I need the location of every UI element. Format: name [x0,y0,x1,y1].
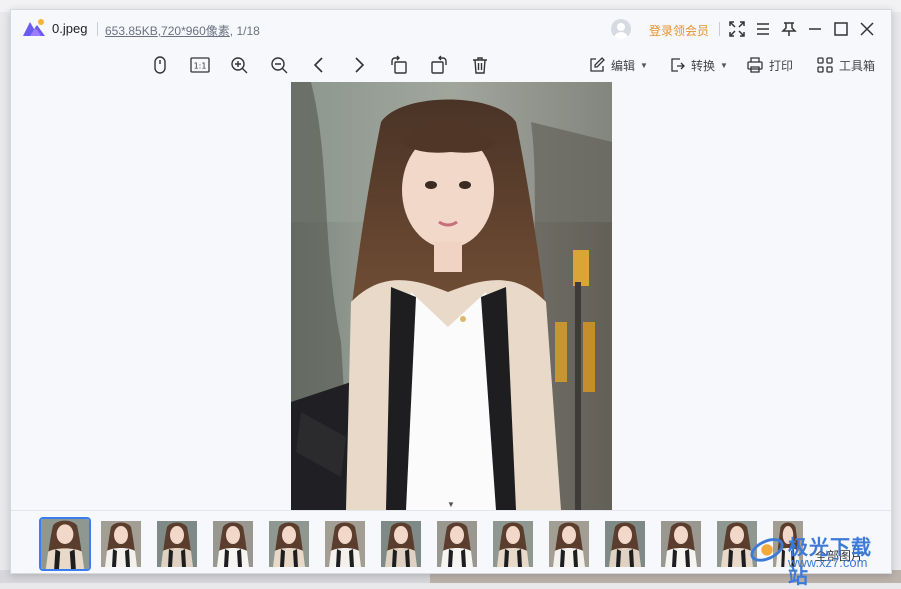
title-divider-right [719,22,720,36]
rotate-right-icon[interactable] [429,55,449,75]
thumbnail-item[interactable] [381,521,421,567]
printer-icon [747,57,763,73]
toolbar: 1:1 编辑 ▼ 转换 ▼ 打印 工具箱 [11,48,891,82]
watermark-url: www.xz7.com [788,555,868,570]
toolbox-button[interactable]: 工具箱 [816,55,875,75]
thumbnail-item[interactable] [661,521,701,567]
thumbnail-item[interactable] [437,521,477,567]
chevron-down-icon: ▼ [720,60,728,70]
thumbnail-item[interactable] [325,521,365,567]
edit-label: 编辑 [611,58,636,73]
thumbnail-item[interactable] [157,521,197,567]
print-button[interactable]: 打印 [746,55,793,75]
login-member-link[interactable]: 登录领会员 [649,22,709,39]
fullscreen-icon[interactable] [728,20,746,38]
collapse-strip-icon[interactable]: ▼ [441,501,461,509]
title-divider [97,22,98,36]
main-photo [291,82,612,510]
convert-label: 转换 [691,58,716,73]
thumbnail-item[interactable] [101,521,141,567]
rotate-left-icon[interactable] [389,55,409,75]
image-dimensions: ,720*960像素 [157,24,230,38]
toolbox-icon [817,57,833,73]
close-icon[interactable] [858,20,876,38]
toolbox-label: 工具箱 [839,58,876,73]
thumbnail-item[interactable] [39,517,91,571]
edit-button[interactable]: 编辑 ▼ [588,55,648,75]
file-size: 653.85KB [105,24,158,38]
previous-icon[interactable] [309,55,329,75]
watermark-logo-icon [750,538,784,562]
file-name: 0.jpeg [52,21,88,36]
avatar-icon[interactable] [611,19,631,39]
thumbnail-item[interactable] [213,521,253,567]
minimize-icon[interactable] [806,20,824,38]
edit-icon [590,57,605,72]
chevron-down-icon: ▼ [640,60,648,70]
image-canvas[interactable] [11,82,891,510]
image-position: , 1/18 [229,24,260,38]
thumbnail-item[interactable] [549,521,589,567]
actual-size-label: 1:1 [194,62,207,71]
zoom-in-icon[interactable] [229,55,249,75]
next-icon[interactable] [349,55,369,75]
image-viewer-window: 0.jpeg 653.85KB,720*960像素, 1/18 登录领会员 1:… [10,9,892,574]
pin-icon[interactable] [780,20,798,38]
menu-icon[interactable] [754,20,772,38]
thumbnail-item[interactable] [269,521,309,567]
maximize-icon[interactable] [832,20,850,38]
watermark: 极光下载站 www.xz7.com [748,523,890,588]
print-label: 打印 [769,58,794,73]
thumbnail-item[interactable] [605,521,645,567]
convert-button[interactable]: 转换 ▼ [668,55,728,75]
actual-size-icon[interactable]: 1:1 [190,55,210,75]
mouse-icon[interactable] [150,55,170,75]
thumbnail-item[interactable] [493,521,533,567]
delete-icon[interactable] [470,55,490,75]
title-bar: 0.jpeg 653.85KB,720*960像素, 1/18 登录领会员 [11,10,891,48]
app-logo-icon [22,18,46,38]
zoom-out-icon[interactable] [269,55,289,75]
file-info: 653.85KB,720*960像素, 1/18 [105,22,260,39]
convert-icon [671,58,685,72]
